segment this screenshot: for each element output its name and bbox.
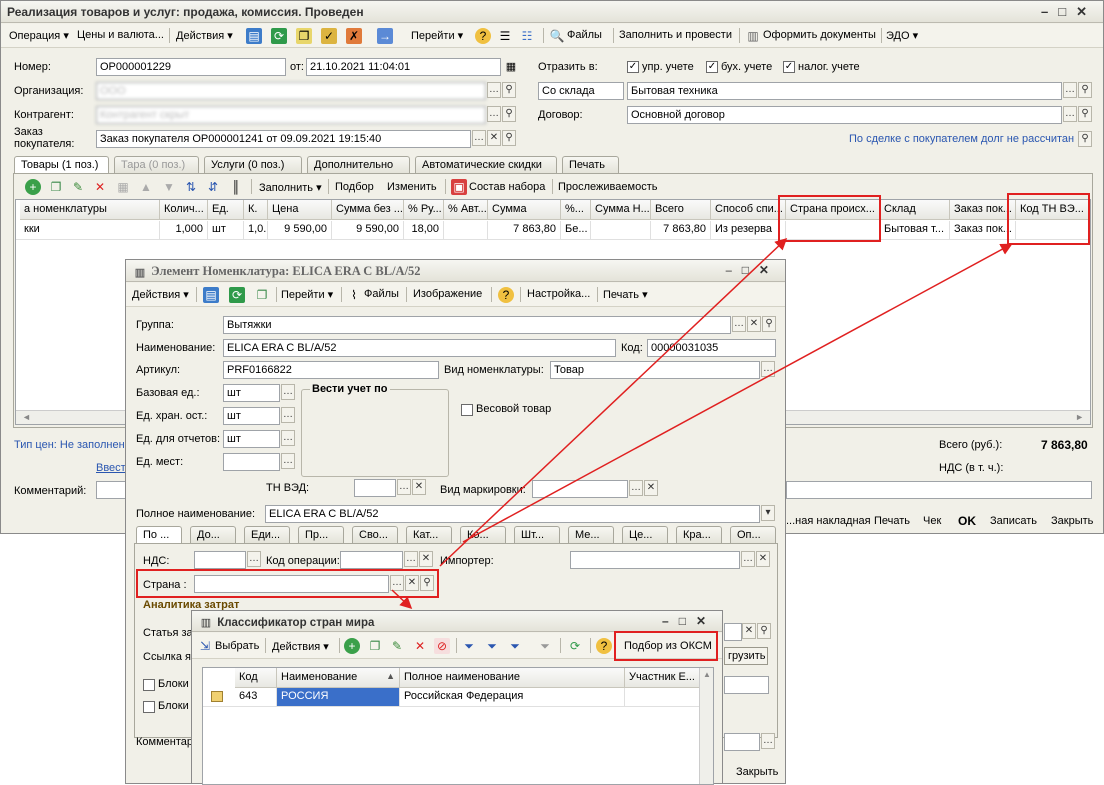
arrow-to-country-column	[439, 237, 788, 567]
annotation-arrows	[391, 237, 1013, 610]
arrow-to-classifier	[391, 589, 413, 610]
arrow-to-tnved-column	[462, 243, 1013, 543]
